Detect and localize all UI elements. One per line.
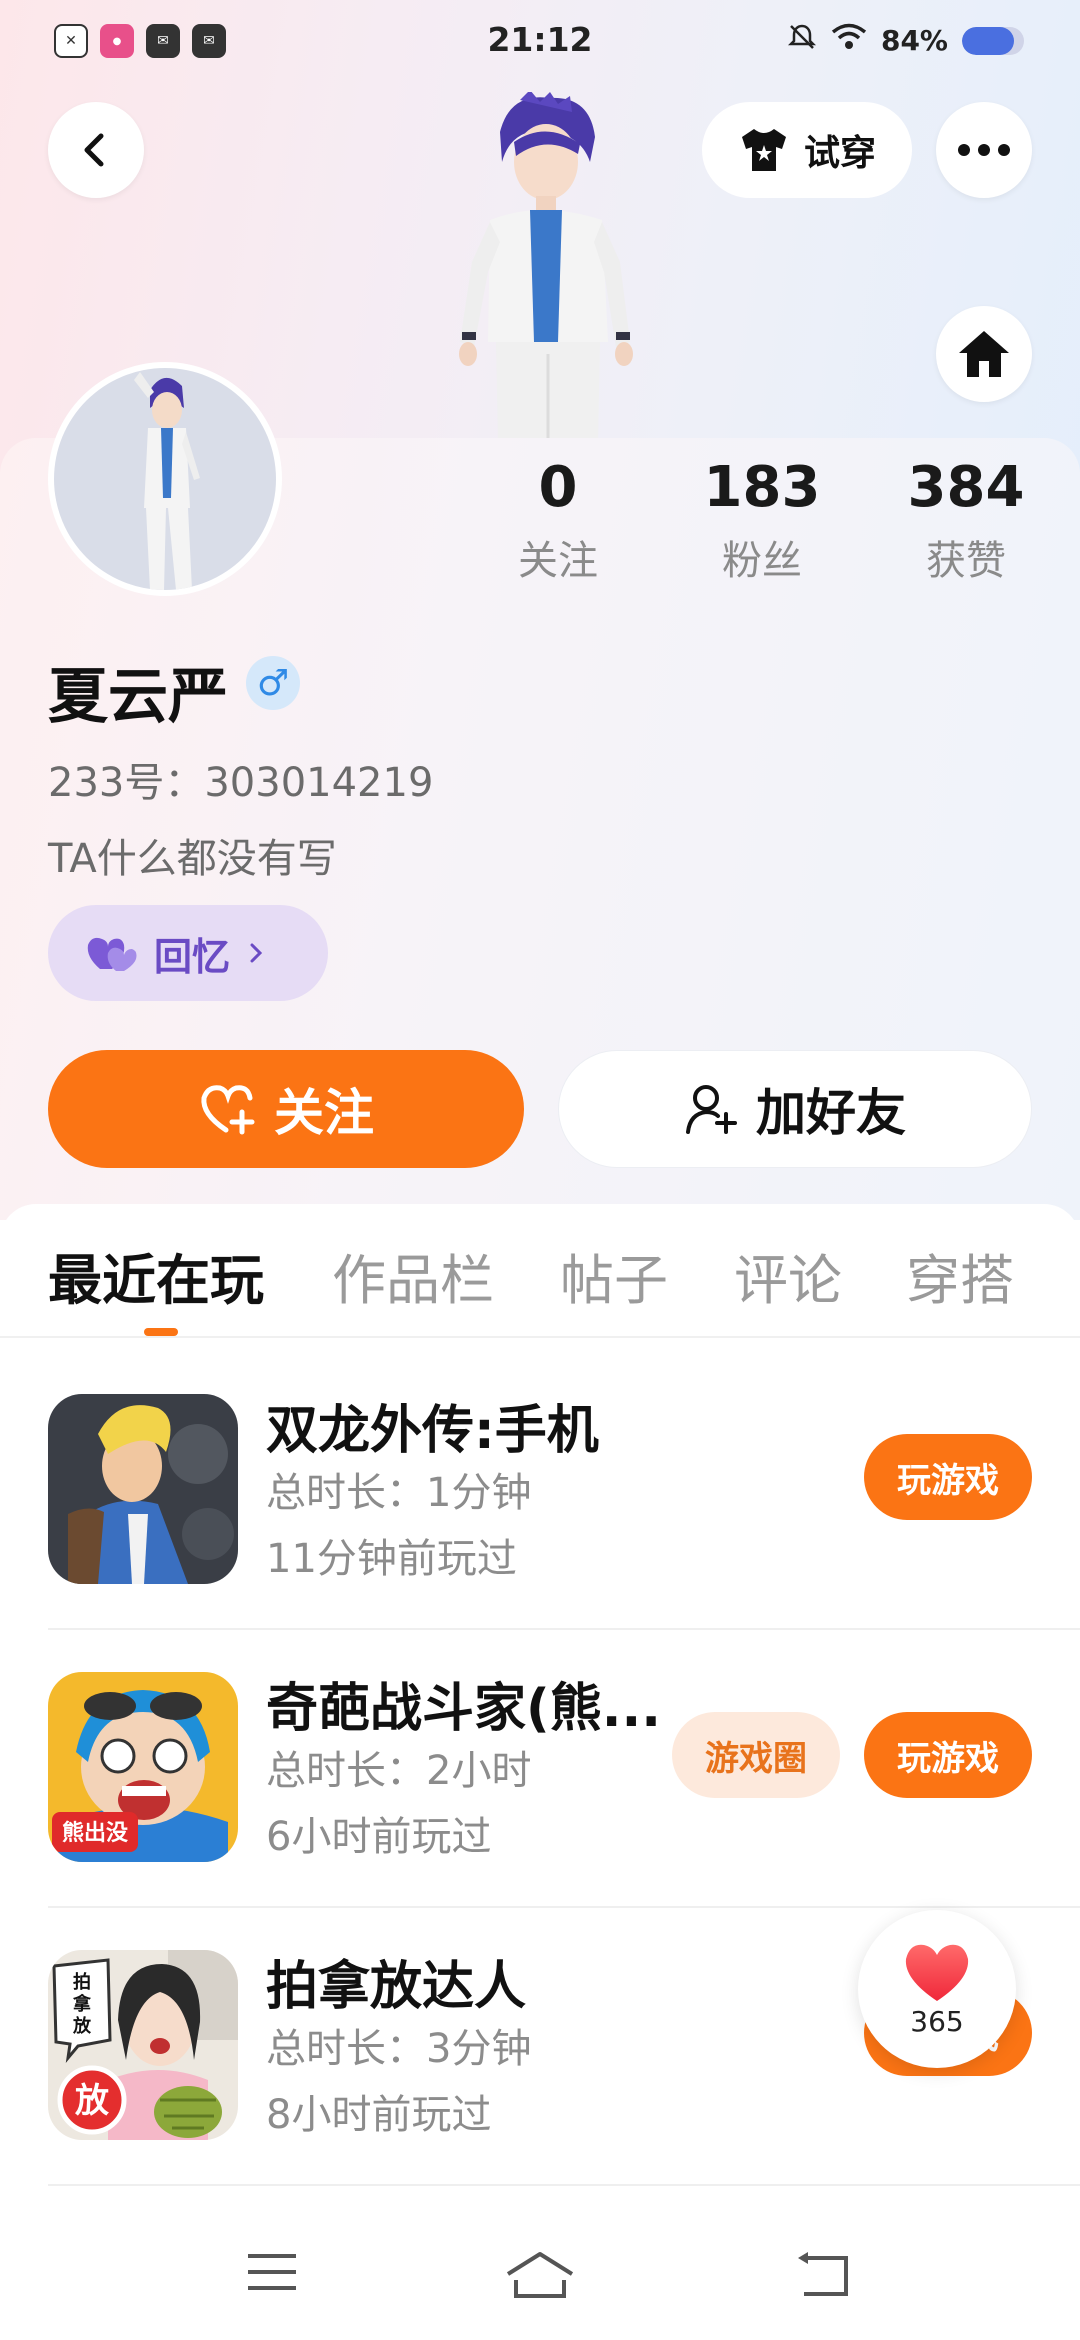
tab-comments[interactable]: 评论	[734, 1236, 842, 1315]
stat-following-label: 关注	[518, 538, 598, 584]
tab-active-indicator	[144, 1328, 178, 1336]
back-nav-button[interactable]	[794, 2250, 854, 2304]
game-duration: 总时长：2小时	[266, 1748, 532, 1794]
game-duration: 总时长：3分钟	[266, 2026, 532, 2072]
play-game-button[interactable]: 玩游戏	[864, 1712, 1032, 1798]
memory-button[interactable]: 回忆	[48, 905, 328, 1001]
menu-nav-button[interactable]	[244, 2250, 300, 2298]
row-divider	[48, 1628, 1080, 1630]
stat-fans[interactable]: 183 粉丝	[672, 455, 852, 586]
stat-fans-value: 183	[703, 455, 821, 520]
mute-bell-icon	[787, 22, 817, 59]
stat-likes[interactable]: 384 获赞	[876, 455, 1056, 586]
tab-posts[interactable]: 帖子	[560, 1236, 668, 1315]
row-divider	[48, 1906, 1080, 1908]
floating-like-button[interactable]: 365	[858, 1910, 1016, 2068]
game-icon-badge: 放	[75, 2081, 109, 2121]
game-icon-bubble-line-3: 放	[72, 2015, 92, 2037]
gender-male-icon: ♂	[246, 656, 300, 710]
stat-following[interactable]: 0 关注	[468, 455, 648, 586]
home-outline-icon	[506, 2252, 574, 2298]
user-bio: TA什么都没有写	[48, 836, 337, 882]
back-button[interactable]	[48, 102, 144, 198]
game-duration: 总时长：1分钟	[266, 1470, 532, 1516]
try-on-button[interactable]: 试穿	[702, 102, 912, 198]
game-icon-take-put: 拍 拿 放 放	[48, 1950, 238, 2140]
profile-tabs: 最近在玩 作品栏 帖子 评论 穿搭	[0, 1226, 1080, 1336]
return-icon	[798, 2252, 848, 2296]
tshirt-icon	[741, 129, 786, 171]
try-on-label: 试穿	[803, 133, 876, 174]
stat-fans-label: 粉丝	[722, 538, 802, 584]
back-arrow-icon	[84, 133, 104, 167]
user-id[interactable]: 233号：303014219	[48, 750, 433, 808]
wifi-icon	[831, 23, 867, 58]
game-icon-bubble-line-2: 拿	[72, 1993, 92, 2015]
battery-fill	[962, 26, 1015, 55]
game-circle-button[interactable]: 游戏圈	[672, 1712, 840, 1798]
stat-likes-label: 获赞	[926, 538, 1006, 584]
stat-likes-value: 384	[907, 455, 1025, 520]
play-game-button[interactable]: 玩游戏	[864, 1434, 1032, 1520]
add-friend-button[interactable]: 加好友	[558, 1050, 1032, 1168]
more-button[interactable]	[936, 102, 1032, 198]
username: 夏云严	[48, 662, 228, 732]
chevron-right-icon	[250, 943, 263, 963]
game-last-played: 11分钟前玩过	[266, 1536, 517, 1582]
game-title: 双龙外传:手机	[266, 1401, 599, 1461]
heart-plus-icon	[201, 1085, 255, 1135]
tabs-divider	[0, 1336, 1080, 1338]
more-dots-icon	[958, 144, 1010, 156]
game-title: 拍拿放达人	[266, 1957, 527, 2017]
avatar-image	[54, 368, 276, 590]
tab-works[interactable]: 作品栏	[332, 1236, 494, 1315]
follow-label: 关注	[274, 1084, 374, 1142]
status-bar: ✕ ● ✉ ✉ 21:12 84%	[0, 0, 1080, 84]
home-icon	[959, 331, 1009, 377]
system-nav-bar	[0, 2200, 1080, 2340]
menu-icon	[248, 2254, 296, 2290]
follow-button[interactable]: 关注	[48, 1050, 524, 1168]
tab-recently-played[interactable]: 最近在玩	[48, 1236, 264, 1315]
game-icon-badge: 熊出没	[62, 1820, 129, 1846]
like-count: 365	[910, 2004, 964, 2038]
row-divider	[48, 2184, 1080, 2186]
battery-percent: 84%	[880, 24, 948, 57]
stat-following-value: 0	[538, 455, 578, 520]
battery-icon	[962, 26, 1024, 55]
add-user-icon	[686, 1085, 737, 1134]
home-button[interactable]	[936, 306, 1032, 402]
heart-icon	[905, 1944, 969, 2001]
avatar-3d-figure[interactable]	[430, 90, 650, 442]
game-icon-bubble-line-1: 拍	[73, 1971, 91, 1993]
double-heart-icon	[87, 937, 137, 971]
game-last-played: 8小时前玩过	[266, 2092, 492, 2138]
game-title: 奇葩战斗家(熊...	[266, 1679, 662, 1739]
list-item[interactable]: 双龙外传:手机 总时长：1分钟 11分钟前玩过 玩游戏	[0, 1364, 1080, 1644]
game-last-played: 6小时前玩过	[266, 1814, 492, 1860]
home-nav-button[interactable]	[504, 2250, 576, 2304]
game-icon-weird-fighter: 熊出没	[48, 1672, 238, 1862]
game-icon-double-dragon	[48, 1394, 238, 1584]
add-friend-label: 加好友	[756, 1084, 906, 1142]
memory-label: 回忆	[154, 934, 231, 979]
tab-outfits[interactable]: 穿搭	[906, 1236, 1014, 1315]
avatar[interactable]	[48, 362, 282, 596]
list-item[interactable]: 熊出没 奇葩战斗家(熊... 总时长：2小时 6小时前玩过 游戏圈 玩游戏	[0, 1642, 1080, 1922]
status-right-icons: 84%	[787, 22, 1024, 59]
